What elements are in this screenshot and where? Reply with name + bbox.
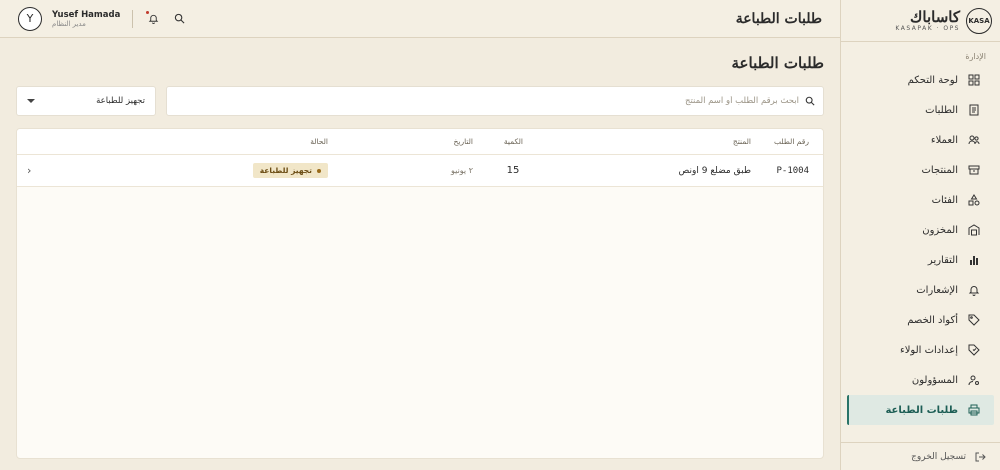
box-icon [968, 164, 980, 176]
search-box [166, 86, 824, 116]
chart-icon [968, 254, 980, 266]
status-dot [317, 168, 321, 173]
column-header-product[interactable]: المنتج [553, 137, 751, 146]
column-header-order[interactable]: رقم الطلب [751, 137, 823, 146]
users-icon [968, 134, 980, 146]
print-requests-table: رقم الطلب المنتج الكمية التاريخ الحالة P… [16, 128, 824, 459]
printer-icon [968, 404, 980, 416]
cell-status: تجهيز للطباعة ‹ [17, 163, 373, 178]
sidebar-item-label: لوحة التحكم [907, 74, 958, 86]
logout-button[interactable]: تسجيل الخروج [840, 442, 1000, 470]
filters-bar: تجهيز للطباعة [16, 86, 824, 116]
sidebar-item-products[interactable]: المنتجات [847, 155, 994, 185]
sidebar-item-categories[interactable]: الفئات [847, 185, 994, 215]
cell-product: طبق مضلع 9 اونص [678, 165, 752, 176]
shapes-icon [968, 194, 980, 206]
user-role: مدير النظام [52, 19, 86, 28]
brand-name: كاساباك [910, 8, 960, 26]
search-icon [174, 13, 185, 24]
topbar-user-area: Y Yusef Hamada مدير النظام [18, 6, 187, 31]
brand-badge: KASA [966, 7, 992, 34]
bell-icon [148, 14, 159, 24]
sidebar-item-customers[interactable]: العملاء [847, 125, 994, 155]
dashboard-icon [968, 74, 980, 86]
sidebar-item-label: أكواد الخصم [907, 314, 958, 326]
sidebar-item-label: المسؤولون [911, 374, 958, 386]
admins-icon [968, 374, 980, 386]
column-header-status-label: الحالة [310, 137, 328, 146]
sidebar-item-admins[interactable]: المسؤولون [847, 365, 994, 395]
brand[interactable]: KASA كاساباك KASAPAK · OPS [841, 0, 1000, 42]
sidebar-section-label: الإدارة [965, 52, 986, 61]
sidebar: KASA كاساباك KASAPAK · OPS الإدارة لوحة … [840, 0, 1000, 470]
sidebar-item-label: العملاء [930, 134, 958, 146]
logout-label: تسجيل الخروج [911, 451, 966, 462]
notification-dot [146, 10, 150, 14]
cell-quantity: 15 [506, 165, 520, 176]
sidebar-item-label: الطلبات [925, 104, 958, 116]
brand-subtitle: KASAPAK · OPS [895, 25, 960, 32]
sidebar-item-label: التقارير [927, 254, 958, 266]
sidebar-item-reports[interactable]: التقارير [847, 245, 994, 275]
search-input[interactable] [175, 96, 799, 106]
page-title: طلبات الطباعة [731, 54, 824, 72]
status-badge[interactable]: تجهيز للطباعة [252, 163, 328, 178]
topbar-divider [132, 9, 134, 28]
sidebar-item-label: المنتجات [921, 164, 958, 176]
sidebar-item-orders[interactable]: الطلبات [847, 95, 994, 125]
notifications-button[interactable] [145, 10, 161, 27]
chevron-left-icon[interactable]: ‹ [27, 164, 31, 177]
column-header-status[interactable]: الحالة [17, 137, 373, 146]
loyalty-icon [968, 344, 980, 356]
cell-order-id: P-1004 [776, 165, 809, 176]
sidebar-item-discount-codes[interactable]: أكواد الخصم [847, 305, 994, 335]
sidebar-item-notifications[interactable]: الإشعارات [847, 275, 994, 305]
topbar: طلبات الطباعة Y Yusef Hamada مدير النظام [0, 0, 840, 38]
sidebar-item-loyalty-settings[interactable]: إعدادات الولاء [847, 335, 994, 365]
cell-date: ٢ يونيو [451, 166, 473, 175]
sidebar-item-label: إعدادات الولاء [900, 344, 958, 356]
sidebar-item-label: طلبات الطباعة [885, 404, 958, 416]
user-name: Yusef Hamada [52, 9, 121, 20]
table-row[interactable]: P-1004 طبق مضلع 9 اونص 15 ٢ يونيو تجهيز … [17, 155, 823, 187]
tag-icon [968, 314, 980, 326]
sidebar-item-dashboard[interactable]: لوحة التحكم [847, 65, 994, 95]
search-icon [805, 96, 815, 106]
sidebar-item-print-requests[interactable]: طلبات الطباعة [847, 395, 994, 425]
avatar[interactable]: Y [18, 6, 42, 31]
bell-icon [968, 284, 980, 296]
orders-icon [968, 104, 980, 116]
status-badge-label: تجهيز للطباعة [259, 166, 312, 175]
table-header: رقم الطلب المنتج الكمية التاريخ الحالة [17, 129, 823, 155]
sidebar-item-label: المخزون [922, 224, 958, 236]
user-block[interactable]: Yusef Hamada مدير النظام [52, 10, 120, 28]
status-filter-value: تجهيز للطباعة [96, 96, 145, 106]
sidebar-item-label: الفئات [931, 194, 958, 206]
status-filter-select[interactable]: تجهيز للطباعة [16, 86, 156, 116]
logout-icon [974, 451, 986, 463]
column-header-quantity[interactable]: الكمية [473, 137, 553, 146]
topbar-title: طلبات الطباعة [735, 10, 822, 27]
caret-down-icon [27, 99, 35, 103]
sidebar-item-label: الإشعارات [916, 284, 958, 296]
sidebar-item-inventory[interactable]: المخزون [847, 215, 994, 245]
main-content: طلبات الطباعة تجهيز للطباعة رقم الطلب ال… [0, 38, 840, 470]
column-header-date[interactable]: التاريخ [373, 137, 473, 146]
warehouse-icon [968, 224, 980, 236]
search-button[interactable] [171, 11, 187, 27]
